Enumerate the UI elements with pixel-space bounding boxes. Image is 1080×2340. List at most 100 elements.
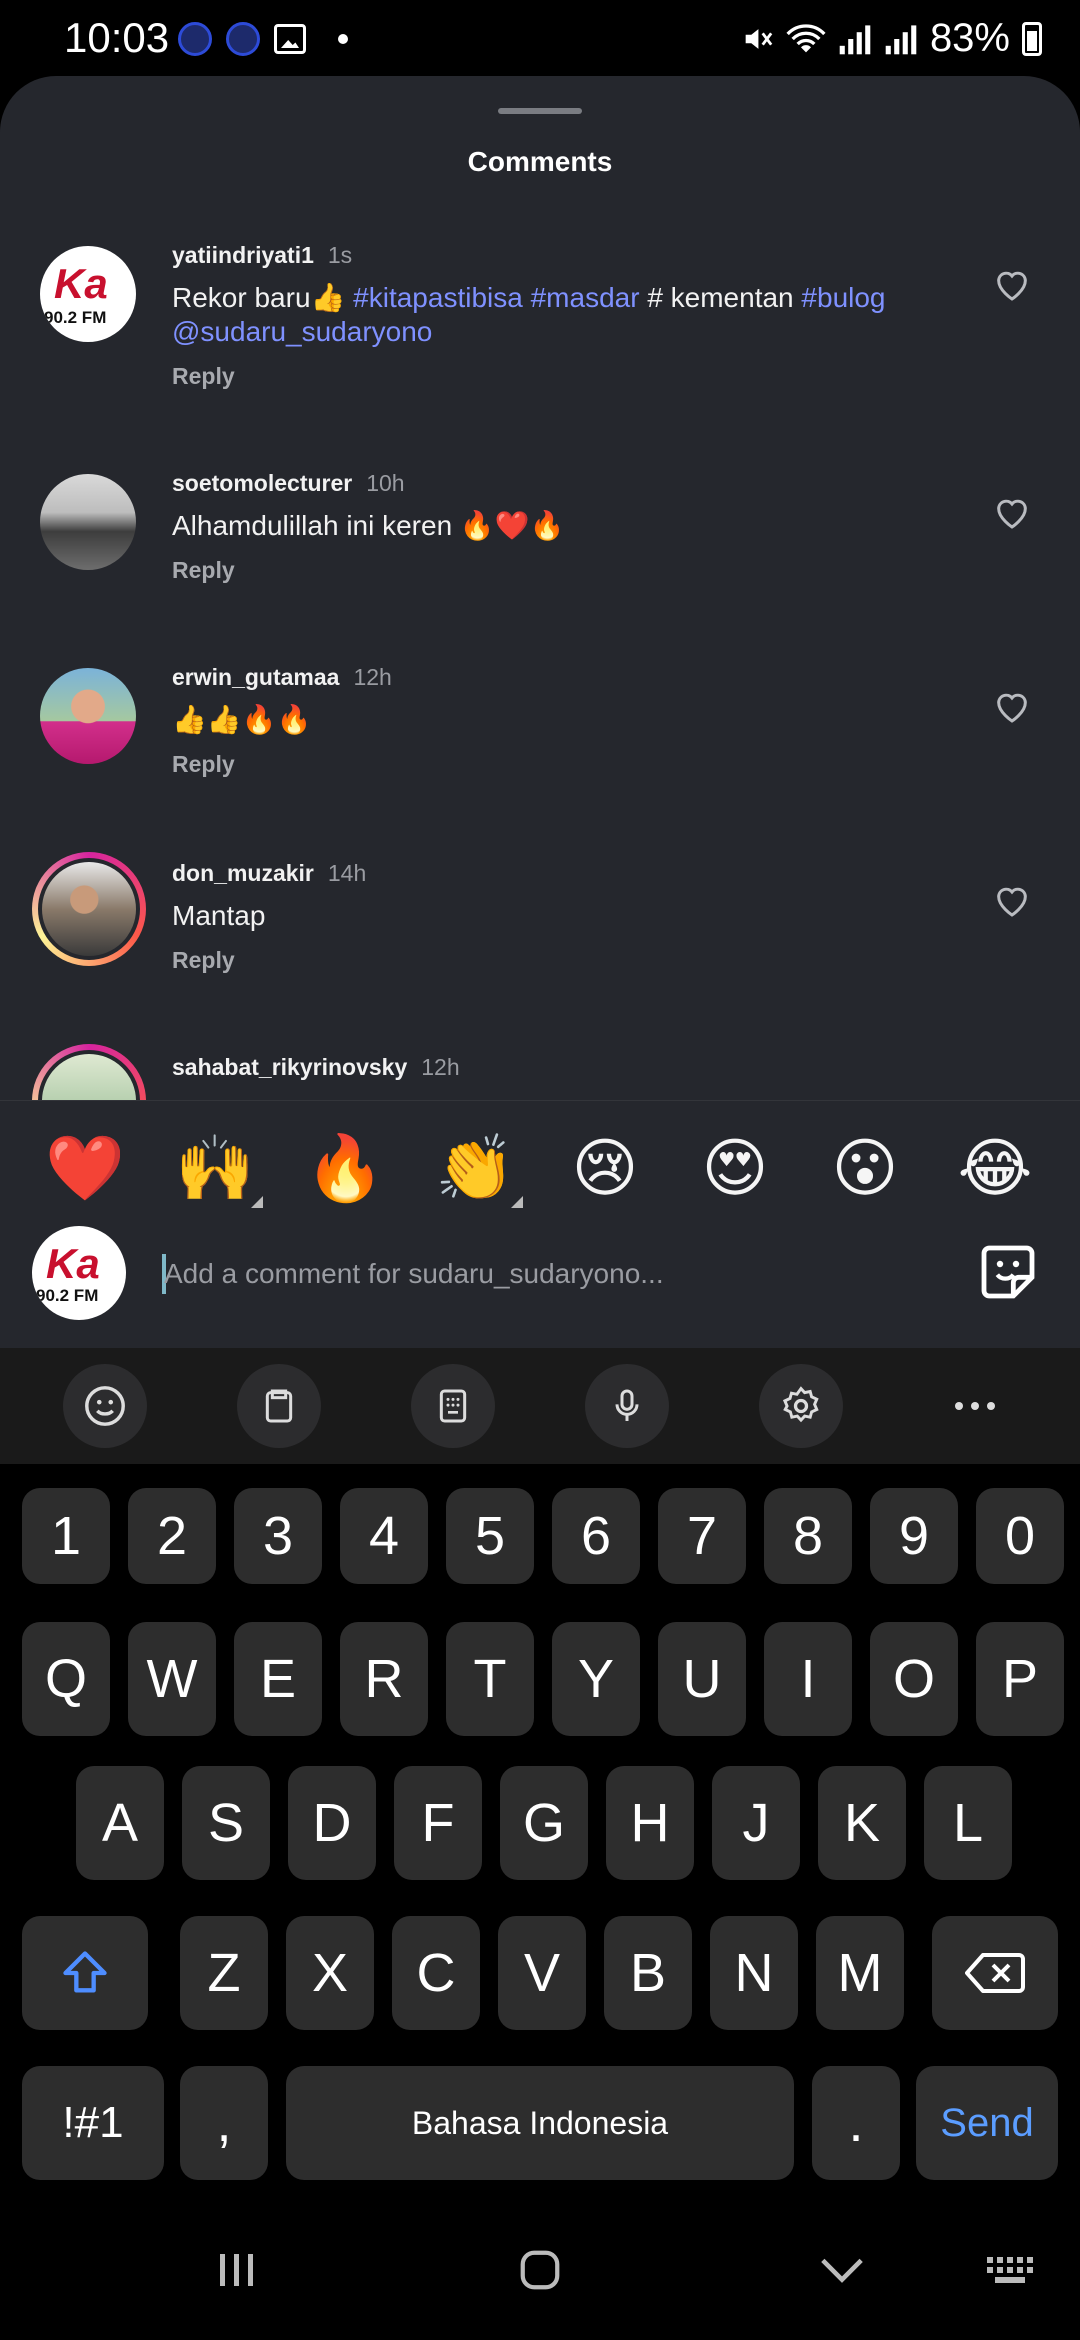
comment-input[interactable] — [164, 1252, 904, 1296]
key-2[interactable]: 2 — [128, 1488, 216, 1584]
key-x[interactable]: X — [286, 1916, 374, 2030]
emoji-crying-button[interactable]: 😢 — [555, 1131, 655, 1206]
symbols-key[interactable]: !#1 — [22, 2066, 164, 2180]
key-j[interactable]: J — [712, 1766, 800, 1880]
like-heart-icon[interactable] — [992, 492, 1032, 532]
keyboard-icon — [987, 2257, 1033, 2283]
comment-username[interactable]: soetomolecturer — [172, 470, 352, 496]
keyboard-settings-button[interactable] — [759, 1364, 843, 1448]
key-b[interactable]: B — [604, 1916, 692, 2030]
emoji-heart-eyes-button[interactable]: 😍 — [685, 1131, 785, 1206]
avatar-story-ring[interactable] — [32, 852, 146, 966]
hashtag-link[interactable]: #bulog — [801, 282, 885, 313]
hashtag-link[interactable]: #masdar — [531, 282, 640, 313]
key-8[interactable]: 8 — [764, 1488, 852, 1584]
like-heart-icon[interactable] — [992, 880, 1032, 920]
key-p[interactable]: P — [976, 1622, 1064, 1736]
backspace-key[interactable] — [932, 1916, 1058, 2030]
key-h[interactable]: H — [606, 1766, 694, 1880]
key-7[interactable]: 7 — [658, 1488, 746, 1584]
emoji-quick-bar: ❤️ 🙌 🔥 👏 😢 😍 😮 😂 — [0, 1100, 1080, 1236]
like-heart-icon[interactable] — [992, 686, 1032, 726]
battery-percent: 83% — [929, 16, 1010, 60]
key-f[interactable]: F — [394, 1766, 482, 1880]
key-s[interactable]: S — [182, 1766, 270, 1880]
comment-list[interactable]: Ka 90.2 FM yatiindriyati1 1s Rekor baru👍 … — [0, 246, 1080, 1100]
emoji-fire-button[interactable]: 🔥 — [295, 1131, 395, 1206]
sheet-drag-handle[interactable] — [498, 108, 582, 114]
key-4[interactable]: 4 — [340, 1488, 428, 1584]
hashtag-link[interactable]: #kitapastibisa — [353, 282, 523, 313]
key-a[interactable]: A — [76, 1766, 164, 1880]
key-m[interactable]: M — [816, 1916, 904, 2030]
avatar[interactable] — [40, 668, 136, 764]
comment-username[interactable]: sahabat_rikyrinovsky — [172, 1054, 407, 1080]
key-1[interactable]: 1 — [22, 1488, 110, 1584]
period-key[interactable]: . — [812, 2066, 900, 2180]
like-heart-icon[interactable] — [992, 264, 1032, 304]
hide-keyboard-button[interactable] — [802, 2240, 882, 2300]
comment-composer: Ka 90.2 FM — [0, 1224, 1080, 1348]
comment-text: Mantap — [172, 900, 266, 931]
key-l[interactable]: L — [924, 1766, 1012, 1880]
reply-button[interactable]: Reply — [172, 363, 940, 390]
keypad-mode-button[interactable] — [411, 1364, 495, 1448]
key-k[interactable]: K — [818, 1766, 906, 1880]
key-d[interactable]: D — [288, 1766, 376, 1880]
key-v[interactable]: V — [498, 1916, 586, 2030]
key-c[interactable]: C — [392, 1916, 480, 2030]
key-0[interactable]: 0 — [976, 1488, 1064, 1584]
reply-button[interactable]: Reply — [172, 557, 940, 584]
mute-icon — [745, 28, 773, 49]
emoji-raised-hands-button[interactable]: 🙌 — [165, 1131, 265, 1208]
emoji-glyph: 👏 — [435, 1132, 515, 1204]
avatar-story-ring[interactable] — [32, 1044, 146, 1100]
microphone-icon — [615, 1389, 639, 1421]
comment-username[interactable]: don_muzakir — [172, 860, 314, 886]
key-r[interactable]: R — [340, 1622, 428, 1736]
key-5[interactable]: 5 — [446, 1488, 534, 1584]
key-t[interactable]: T — [446, 1622, 534, 1736]
comment-username[interactable]: erwin_gutamaa — [172, 664, 339, 690]
shift-key[interactable] — [22, 1916, 148, 2030]
key-3[interactable]: 3 — [234, 1488, 322, 1584]
key-n[interactable]: N — [710, 1916, 798, 2030]
voice-input-button[interactable] — [585, 1364, 669, 1448]
signal-icon — [839, 24, 871, 54]
sticker-icon[interactable] — [976, 1240, 1040, 1304]
comment-body: soetomolecturer 10h Alhamdulillah ini ker… — [172, 470, 940, 584]
key-y[interactable]: Y — [552, 1622, 640, 1736]
comment-body: yatiindriyati1 1s Rekor baru👍 #kitapastib… — [172, 246, 940, 390]
home-button[interactable] — [500, 2240, 580, 2300]
chevron-down-icon — [821, 2258, 863, 2283]
emoji-keyboard-button[interactable] — [63, 1364, 147, 1448]
send-key[interactable]: Send — [916, 2066, 1058, 2180]
key-9[interactable]: 9 — [870, 1488, 958, 1584]
emoji-laughing-button[interactable]: 😂 — [945, 1131, 1045, 1206]
gear-icon — [782, 1386, 819, 1423]
emoji-clap-button[interactable]: 👏 — [425, 1131, 525, 1208]
mention-link[interactable]: @sudaru_sudaryono — [172, 316, 432, 347]
space-key[interactable]: Bahasa Indonesia — [286, 2066, 794, 2180]
clipboard-button[interactable] — [237, 1364, 321, 1448]
key-w[interactable]: W — [128, 1622, 216, 1736]
key-g[interactable]: G — [500, 1766, 588, 1880]
key-o[interactable]: O — [870, 1622, 958, 1736]
key-6[interactable]: 6 — [552, 1488, 640, 1584]
reply-button[interactable]: Reply — [172, 947, 940, 974]
avatar[interactable]: Ka 90.2 FM — [40, 246, 136, 342]
avatar[interactable] — [40, 474, 136, 570]
keyboard-switch-button[interactable] — [970, 2240, 1050, 2300]
comment-username[interactable]: yatiindriyati1 — [172, 246, 314, 268]
emoji-surprised-button[interactable]: 😮 — [815, 1131, 915, 1206]
reply-button[interactable]: Reply — [172, 751, 940, 778]
key-z[interactable]: Z — [180, 1916, 268, 2030]
emoji-heart-button[interactable]: ❤️ — [35, 1131, 135, 1206]
key-u[interactable]: U — [658, 1622, 746, 1736]
key-q[interactable]: Q — [22, 1622, 110, 1736]
recents-button[interactable] — [196, 2240, 276, 2300]
key-i[interactable]: I — [764, 1622, 852, 1736]
comma-key[interactable]: , — [180, 2066, 268, 2180]
key-e[interactable]: E — [234, 1622, 322, 1736]
more-options-button[interactable] — [933, 1364, 1017, 1448]
